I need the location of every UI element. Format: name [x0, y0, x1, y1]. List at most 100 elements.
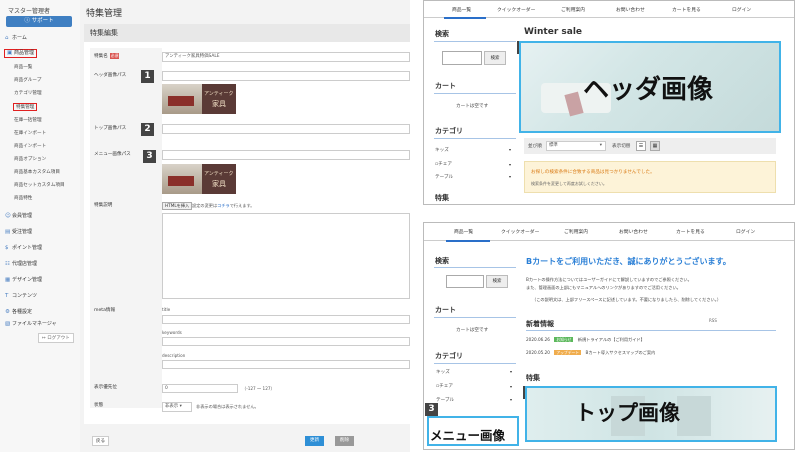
priority-input[interactable]: 0	[162, 384, 238, 393]
search-input[interactable]	[442, 51, 482, 65]
sidebar-sub-product-import[interactable]: 商品インポート	[14, 143, 46, 151]
category-chair[interactable]: ▫チェア	[435, 161, 452, 167]
category-chair[interactable]: ▫チェア	[436, 383, 453, 389]
sidebar-item-contents[interactable]: T コンテンツ	[5, 292, 37, 301]
divider	[434, 363, 516, 364]
sidebar-sub-stock-bulk[interactable]: 在庫一括管理	[14, 117, 42, 125]
list-view-icon[interactable]: ☰	[636, 141, 646, 151]
sidebar-item-point-management[interactable]: $ ポイント管理	[5, 244, 42, 253]
sidebar-sub-feature[interactable]: 特集管理	[13, 103, 38, 111]
nav-products[interactable]: 商品一覧	[454, 228, 473, 235]
badge-2: 2	[141, 123, 154, 136]
feature-edit-card: 特集編集 特集名 必須 アンティーク家具特価SALE ヘッダ画像パス 1 アンティ…	[84, 24, 410, 424]
sidebar-sub-category[interactable]: カテゴリ管理	[14, 90, 42, 98]
chevron-down-icon[interactable]: ▾	[509, 174, 511, 179]
nav-guide[interactable]: ご利用案内	[564, 228, 588, 235]
nav-quick-order[interactable]: クイックオーダー	[501, 228, 539, 235]
menu-image-label: メニュー画像パス	[94, 152, 131, 157]
news-item[interactable]: 2020.06.26 お知らせ 新規トライアルの【ご利用ガイド】	[526, 337, 645, 343]
settings-link[interactable]: コチラ	[217, 203, 230, 208]
feature-name-label: 特集名 必須	[94, 53, 120, 59]
sidebar-item-design-management[interactable]: ▦ デザイン管理	[5, 276, 42, 285]
chevron-down-icon[interactable]: ▾	[510, 397, 512, 402]
sidebar-item-file-manager[interactable]: ▧ ファイルマネージャ	[5, 320, 57, 329]
nav-contact[interactable]: お問い合わせ	[619, 228, 648, 235]
sidebar-sub-product-traits[interactable]: 商品特性	[14, 195, 32, 203]
status-select-value: 非表示	[165, 404, 179, 409]
feature-name-input[interactable]: アンティーク家具特価SALE	[162, 52, 410, 62]
header-image-label: ヘッダ画像	[583, 75, 714, 105]
group-icon: ☷	[5, 261, 10, 267]
header-image-input[interactable]	[162, 71, 410, 81]
divider	[526, 330, 776, 331]
sidebar-item-settings[interactable]: ⚙ 各種設定	[5, 308, 32, 317]
top-image-input[interactable]	[162, 124, 410, 134]
news-text: 新規トライアルの【ご利用ガイド】	[577, 337, 645, 342]
nav-products[interactable]: 商品一覧	[452, 6, 471, 13]
support-button[interactable]: ⓘ サポート	[6, 16, 72, 27]
person-icon: ☺	[5, 213, 11, 219]
chevron-down-icon[interactable]: ▾	[509, 162, 511, 167]
search-input[interactable]	[446, 275, 484, 288]
storefront-preview-top: 商品一覧 クイックオーダー ご利用案内 お問い合わせ カートを見る ログイン 検…	[423, 222, 795, 450]
back-button[interactable]: 戻る	[92, 436, 109, 446]
logout-button[interactable]: ↦ ログアウト	[38, 333, 74, 343]
category-table[interactable]: テーブル	[435, 174, 453, 180]
delete-button[interactable]: 削除	[335, 436, 354, 446]
menu-image-input[interactable]	[162, 150, 410, 160]
sidebar-item-home[interactable]: ⌂ ホーム	[5, 34, 27, 43]
category-kids[interactable]: キッズ	[436, 369, 450, 375]
meta-keywords-input[interactable]	[162, 337, 410, 346]
sidebar-sub-basic-custom[interactable]: 商品基本カスタム項目	[14, 169, 60, 177]
cart-icon: ▤	[5, 229, 11, 235]
sidebar-sub-product-group[interactable]: 商品グループ	[14, 77, 41, 85]
sort-select[interactable]: 標準 ▾	[546, 141, 606, 151]
admin-screen: マスター管理者 ⓘ サポート ⌂ ホーム ▣ 商品管理 商品一覧 商品グループ カテ…	[0, 0, 410, 452]
news-item[interactable]: 2020.05.20 アップデート Bカート導入サクセスマップのご案内	[526, 350, 655, 356]
chevron-down-icon[interactable]: ▾	[510, 369, 512, 374]
search-button[interactable]: 検索	[486, 275, 508, 288]
top-image-label: トップ画像パス	[94, 126, 127, 131]
nav-quick-order[interactable]: クイックオーダー	[497, 6, 535, 13]
status-label: 状態	[94, 403, 104, 408]
welcome-heading: Bカートをご利用いただき、誠にありがとうございます。	[526, 257, 731, 266]
nav-contact[interactable]: お問い合わせ	[616, 6, 645, 13]
sidebar-item-agency-management[interactable]: ☷ 代理店管理	[5, 260, 37, 269]
rss-icon[interactable]: RSS	[709, 318, 717, 323]
status-select[interactable]: 非表示 ▾	[162, 402, 192, 412]
menu-image-thumbnail: アンティーク 家具	[162, 164, 236, 194]
insert-html-button[interactable]: HTMLを挿入	[162, 202, 193, 210]
sidebar-sub-product-option[interactable]: 商品オプション	[14, 156, 46, 164]
feature-heading: 特集	[435, 194, 449, 202]
badge-1: 1	[141, 70, 154, 83]
sidebar-sub-stock-import[interactable]: 在庫インポート	[14, 130, 46, 138]
meta-description-input[interactable]	[162, 360, 410, 369]
meta-title-input[interactable]	[162, 315, 410, 324]
sidebar-sub-product-list[interactable]: 商品一覧	[14, 64, 32, 72]
chevron-down-icon[interactable]: ▾	[510, 384, 512, 389]
sidebar-item-order-management[interactable]: ▤ 受注管理	[5, 228, 32, 237]
chevron-down-icon[interactable]: ▾	[509, 147, 511, 152]
required-badge: 必須	[109, 53, 120, 59]
update-button[interactable]: 更新	[305, 436, 324, 446]
nav-cart[interactable]: カートを見る	[672, 6, 701, 13]
sort-label: 並び順	[528, 144, 542, 149]
search-button[interactable]: 検索	[484, 51, 506, 65]
status-note: 非表示の場合は表示されません。	[196, 404, 259, 409]
sidebar-sub-set-custom[interactable]: 商品セットカスタム項目	[14, 182, 65, 190]
sidebar-item-product-management[interactable]: ▣ 商品管理	[4, 49, 38, 58]
no-results-text: お探しの検索条件に合致する商品は見つかりませんでした。	[531, 170, 655, 175]
logout-label: ログアウト	[47, 336, 70, 341]
sidebar-item-member-management[interactable]: ☺会員管理	[5, 212, 32, 221]
sidebar-item-label: 受注管理	[12, 229, 33, 235]
description-textarea[interactable]	[162, 213, 410, 299]
nav-login[interactable]: ログイン	[732, 6, 751, 13]
nav-cart[interactable]: カートを見る	[676, 228, 705, 235]
home-icon: ⌂	[5, 35, 9, 41]
category-table[interactable]: テーブル	[436, 397, 454, 403]
nav-guide[interactable]: ご利用案内	[561, 6, 585, 13]
grid-view-icon[interactable]: ▦	[650, 141, 660, 151]
category-kids[interactable]: キッズ	[435, 147, 449, 153]
nav-login[interactable]: ログイン	[736, 228, 755, 235]
menu-image: メニュー画像	[427, 416, 519, 446]
